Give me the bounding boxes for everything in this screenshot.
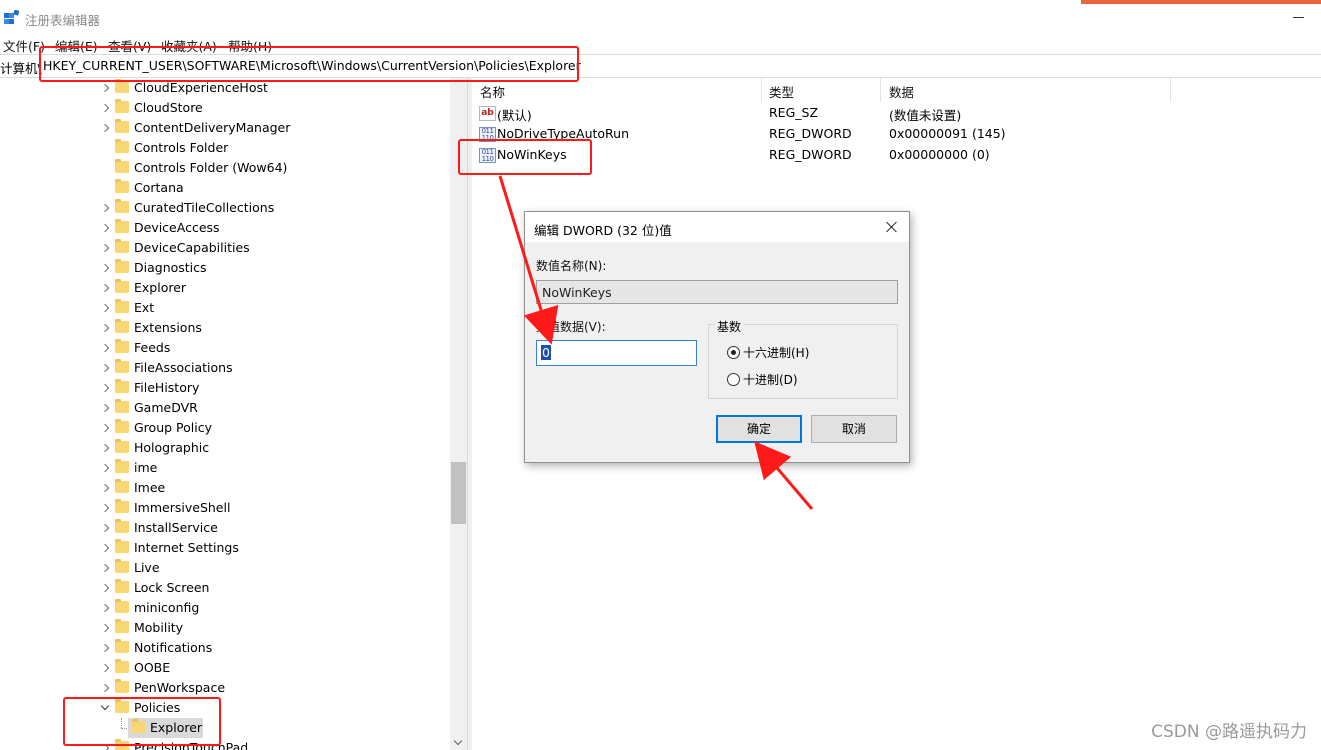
annotation-arrow-to-data (498, 175, 559, 345)
annotation-arrows (498, 175, 814, 510)
annotation-arrow-to-ok (754, 441, 814, 510)
watermark: CSDN @路遥执码力 (1151, 722, 1307, 742)
